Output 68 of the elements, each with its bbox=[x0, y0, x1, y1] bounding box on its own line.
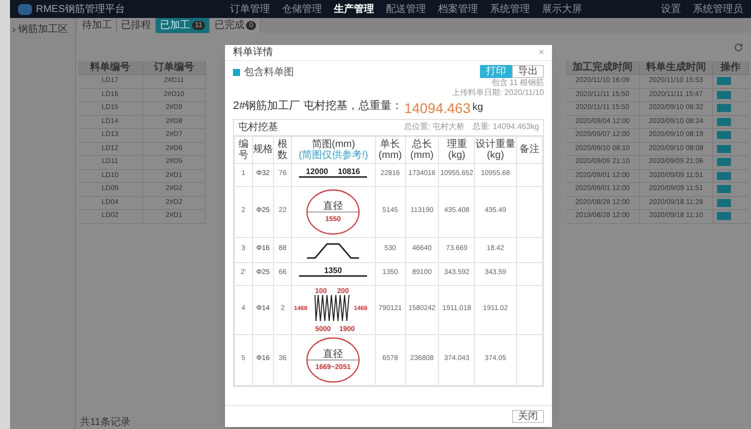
action-button[interactable] bbox=[717, 172, 731, 180]
action-button[interactable] bbox=[717, 131, 731, 140]
column-header: 备注 bbox=[519, 144, 540, 155]
nav-link[interactable]: 档案管理 bbox=[438, 2, 478, 16]
rebar-ring bbox=[306, 336, 360, 382]
column-header: 编号 bbox=[238, 138, 248, 160]
column-header: 理重(kg) bbox=[446, 138, 467, 160]
nav-link[interactable]: 展示大屏 bbox=[542, 2, 582, 16]
column-header: 操作 bbox=[713, 61, 749, 75]
status-text: 共11条记录 bbox=[79, 416, 132, 429]
column-header: 单长(mm) bbox=[378, 138, 402, 160]
dimension-label: 直径 bbox=[323, 200, 344, 212]
rebar-bend bbox=[307, 242, 360, 258]
dimension-label: 直径 bbox=[323, 348, 344, 360]
sketch-note: (简图仅供参考!) bbox=[298, 150, 370, 160]
weight-unit: kg bbox=[472, 100, 484, 114]
chevron-icon bbox=[10, 26, 18, 34]
rebar-line bbox=[299, 274, 368, 276]
panel-weight: 总重: 14094.463kg bbox=[472, 121, 539, 133]
panel-location: 总位置: 屯村大桥 bbox=[404, 121, 464, 133]
column-header: 根数 bbox=[278, 138, 288, 160]
logo-icon bbox=[18, 4, 32, 14]
nav-link[interactable]: 生产管理 bbox=[334, 2, 374, 16]
include-sketch-checkbox[interactable]: 包含料单图 bbox=[233, 65, 294, 80]
refresh-icon[interactable] bbox=[734, 42, 743, 52]
tab[interactable]: 已排程 bbox=[117, 18, 156, 33]
tab[interactable]: 待加工 bbox=[78, 18, 117, 33]
action-button[interactable] bbox=[717, 185, 731, 194]
column-header: 料单编号 bbox=[78, 61, 143, 75]
total-weight: 14094.463 bbox=[404, 100, 470, 114]
dialog-title: 料单详情 bbox=[233, 46, 273, 60]
dimension-label: 10816 bbox=[338, 166, 361, 176]
rebar-coil bbox=[314, 294, 350, 321]
action-button[interactable] bbox=[717, 198, 731, 207]
close-dialog-button[interactable]: 关闭 bbox=[512, 410, 544, 423]
action-button[interactable] bbox=[717, 212, 731, 220]
user-menu-link[interactable]: 设置 bbox=[661, 2, 681, 16]
column-header: 料单生成时间 bbox=[640, 61, 713, 75]
action-button[interactable] bbox=[717, 144, 731, 153]
action-button[interactable] bbox=[717, 118, 731, 126]
column-header: 总长(mm) bbox=[410, 138, 434, 160]
panel-title: 屯村挖基 bbox=[238, 120, 278, 134]
sidebar-item[interactable]: 钢筋加工区 bbox=[10, 22, 75, 37]
summary-heading: 2#钢筋加工厂 屯村挖基，总重量： bbox=[233, 99, 402, 114]
nav-link[interactable]: 配送管理 bbox=[386, 2, 426, 16]
dimension-label: 12000 bbox=[306, 166, 329, 176]
diameter-line bbox=[307, 211, 360, 212]
user-menu-link[interactable]: 系统管理员 bbox=[693, 2, 743, 16]
column-header: 规格 bbox=[252, 144, 273, 155]
nav-link[interactable]: 仓储管理 bbox=[282, 2, 322, 16]
info-text: 上传料单日期: 2020/11/10 bbox=[452, 88, 544, 98]
dimension-label: 1350 bbox=[324, 266, 342, 274]
action-button[interactable] bbox=[717, 158, 731, 166]
nav-link[interactable]: 系统管理 bbox=[490, 2, 530, 16]
export-button[interactable]: 导出 bbox=[512, 65, 544, 78]
action-button[interactable] bbox=[717, 104, 731, 112]
column-header: 简图(mm) bbox=[310, 138, 356, 150]
column-header: 设计重量(kg) bbox=[475, 138, 516, 160]
nav-link[interactable]: 订单管理 bbox=[230, 2, 270, 16]
column-header: 加工完成时间 bbox=[566, 61, 640, 75]
app-title: RMES钢筋管理平台 bbox=[36, 2, 125, 16]
action-button[interactable] bbox=[717, 77, 731, 86]
column-header: 订单编号 bbox=[143, 61, 206, 75]
rebar-ring bbox=[306, 188, 360, 234]
rebar-line bbox=[299, 176, 368, 178]
action-button[interactable] bbox=[717, 90, 731, 99]
info-text: 包含 11 根钢筋 bbox=[491, 78, 544, 88]
diameter-line bbox=[307, 359, 360, 360]
